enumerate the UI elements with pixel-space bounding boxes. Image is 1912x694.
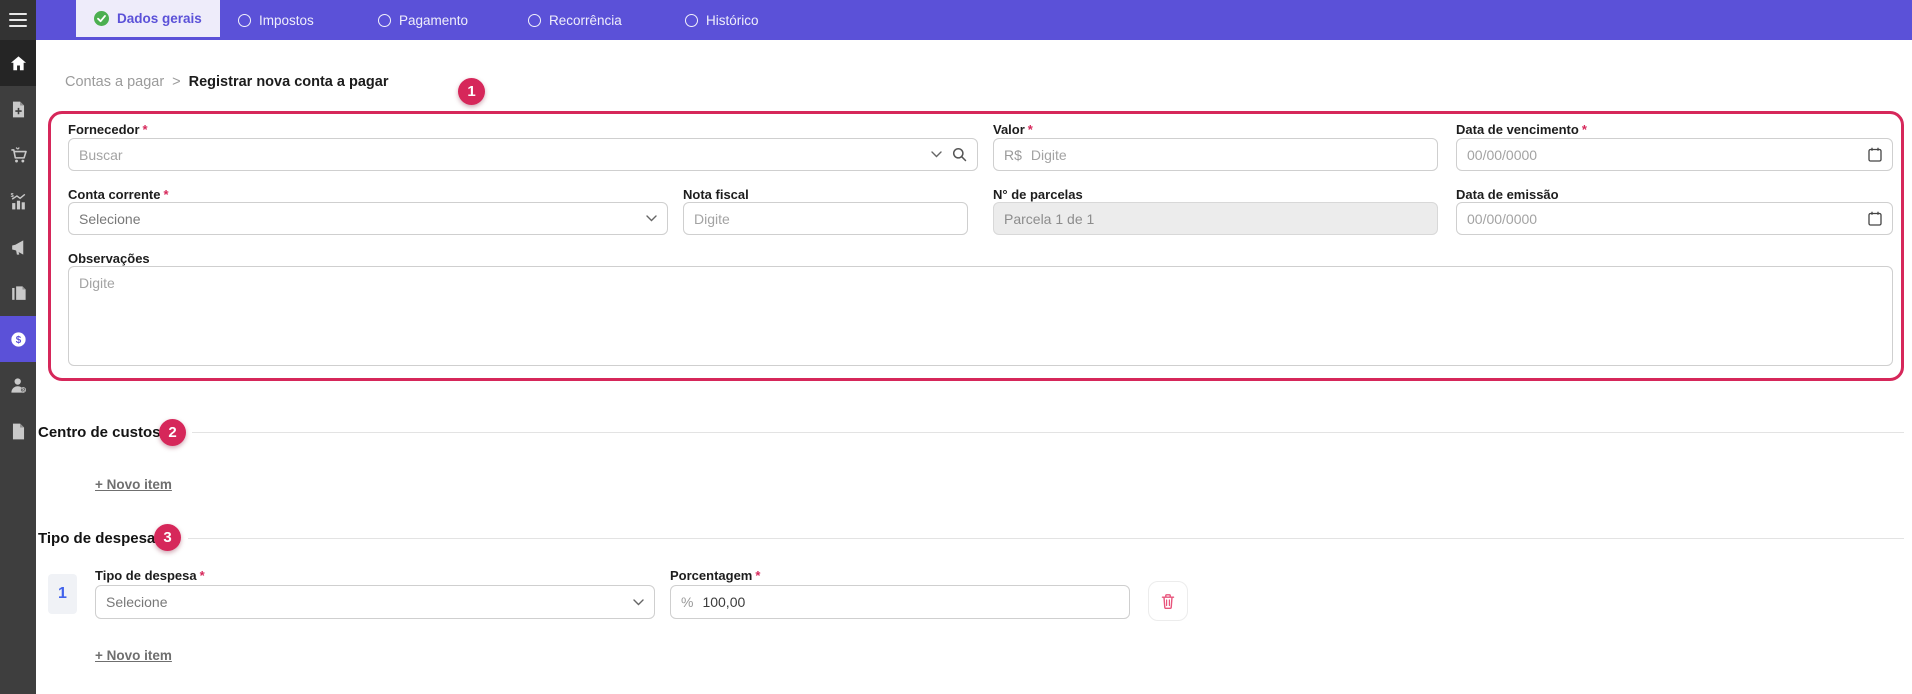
section-divider — [188, 538, 1904, 539]
sidebar-item-new-document[interactable] — [0, 86, 36, 132]
cart-icon — [10, 146, 27, 162]
nota-fiscal-field[interactable] — [683, 202, 968, 235]
sidebar-item-reports[interactable] — [0, 408, 36, 454]
trash-icon — [1161, 593, 1175, 609]
chevron-down-icon[interactable] — [931, 151, 942, 158]
data-vencimento-label: Data de vencimento * — [1456, 122, 1587, 137]
app-sidebar: $ $ $ — [0, 40, 36, 694]
tab-pagamento[interactable]: Pagamento — [378, 0, 468, 40]
accounts-payable-register-page: Dados gerais Impostos Pagamento Recorrên… — [0, 0, 1912, 694]
sales-chart-icon: $ — [10, 192, 25, 209]
tipo-despesa-novo-item-link[interactable]: + Novo item — [95, 648, 172, 663]
parcelas-label: N° de parcelas — [993, 187, 1083, 202]
dollar-circle-icon: $ — [10, 331, 26, 347]
percent-prefix: % — [681, 594, 694, 610]
wizard-step-bar: Dados gerais Impostos Pagamento Recorrên… — [0, 0, 1912, 40]
conta-corrente-select[interactable]: Selecione — [68, 202, 668, 235]
tipo-despesa-label: Tipo de despesa * — [95, 568, 205, 583]
tab-dados-gerais[interactable]: Dados gerais — [76, 0, 220, 40]
parcelas-field — [993, 202, 1438, 235]
calendar-icon[interactable] — [1868, 147, 1882, 162]
fornecedor-label: Fornecedor * — [68, 122, 148, 137]
radio-circle-icon — [238, 13, 251, 27]
svg-text:$: $ — [21, 387, 24, 393]
tab-label: Dados gerais — [117, 11, 202, 26]
porcentagem-input[interactable] — [702, 594, 1119, 610]
breadcrumb-parent[interactable]: Contas a pagar — [65, 74, 164, 90]
data-emissao-input[interactable] — [1467, 210, 1858, 227]
tipo-despesa-select[interactable]: Selecione — [95, 585, 655, 619]
sidebar-item-customer-finance[interactable]: $ — [0, 362, 36, 408]
sidebar-item-documents[interactable] — [0, 270, 36, 316]
section-divider — [192, 432, 1904, 433]
tipo-de-despesa-title: Tipo de despesa — [38, 530, 156, 547]
tipo-despesa-value: Selecione — [106, 594, 168, 610]
hamburger-icon — [9, 13, 27, 15]
sidebar-item-sales[interactable]: $ — [0, 178, 36, 224]
sidebar-item-purchases[interactable] — [0, 132, 36, 178]
page-title: Registrar nova conta a pagar — [188, 74, 389, 90]
currency-prefix: R$ — [1004, 146, 1022, 163]
person-dollar-icon: $ — [10, 377, 26, 393]
data-vencimento-field[interactable] — [1456, 138, 1893, 171]
chevron-down-icon[interactable] — [633, 598, 644, 606]
tab-label: Histórico — [706, 12, 759, 28]
home-icon — [10, 55, 26, 70]
tab-impostos[interactable]: Impostos — [238, 0, 314, 40]
centro-de-custos-title: Centro de custos — [38, 424, 161, 441]
fornecedor-field[interactable] — [68, 138, 978, 171]
delete-expense-row-button[interactable] — [1148, 581, 1188, 621]
breadcrumb-separator: > — [172, 74, 181, 90]
file-icon — [12, 423, 24, 439]
search-icon[interactable] — [952, 147, 967, 162]
file-plus-icon — [12, 101, 24, 117]
tab-label: Pagamento — [399, 12, 469, 28]
valor-field[interactable]: R$ — [993, 138, 1438, 171]
data-emissao-label: Data de emissão — [1456, 187, 1559, 202]
data-vencimento-input[interactable] — [1467, 146, 1858, 163]
tab-recorrencia[interactable]: Recorrência — [528, 0, 622, 40]
nota-fiscal-input[interactable] — [694, 210, 957, 227]
general-data-form-highlight: Fornecedor* Valor* R$ Data de vencimento… — [48, 111, 1904, 381]
porcentagem-field[interactable]: % — [670, 585, 1130, 619]
fornecedor-input[interactable] — [79, 146, 921, 163]
breadcrumb: Contas a pagar > Registrar nova conta a … — [65, 74, 388, 90]
tab-historico[interactable]: Histórico — [685, 0, 759, 40]
radio-circle-icon — [378, 13, 391, 27]
documents-icon — [11, 285, 26, 300]
observacoes-label: Observações — [68, 251, 150, 266]
hamburger-menu-button[interactable] — [0, 0, 36, 40]
radio-circle-icon — [685, 13, 698, 27]
annotation-circle-1: 1 — [458, 78, 485, 105]
nota-fiscal-label: Nota fiscal — [683, 187, 749, 202]
centro-custos-novo-item-link[interactable]: + Novo item — [95, 477, 172, 492]
observacoes-textarea[interactable] — [68, 266, 1893, 366]
annotation-circle-2: 2 — [159, 419, 186, 446]
data-emissao-field[interactable] — [1456, 202, 1893, 235]
calendar-icon[interactable] — [1868, 211, 1882, 226]
valor-input[interactable] — [1030, 146, 1427, 163]
megaphone-icon — [11, 239, 23, 255]
check-circle-icon — [94, 11, 109, 26]
sidebar-item-marketing[interactable] — [0, 224, 36, 270]
parcelas-input — [1004, 210, 1427, 227]
svg-text:$: $ — [10, 192, 13, 198]
conta-corrente-value: Selecione — [79, 210, 141, 227]
sidebar-item-finance-active[interactable]: $ — [0, 316, 36, 362]
svg-text:$: $ — [15, 334, 21, 345]
sidebar-item-home[interactable] — [0, 40, 36, 86]
conta-corrente-label: Conta corrente * — [68, 187, 169, 202]
valor-label: Valor * — [993, 122, 1033, 137]
radio-circle-icon — [528, 13, 541, 27]
chevron-down-icon[interactable] — [646, 215, 657, 222]
tab-label: Impostos — [259, 12, 314, 28]
expense-row-index: 1 — [48, 574, 77, 614]
annotation-circle-3: 3 — [154, 524, 181, 551]
porcentagem-label: Porcentagem * — [670, 568, 761, 583]
tab-label: Recorrência — [549, 12, 622, 28]
